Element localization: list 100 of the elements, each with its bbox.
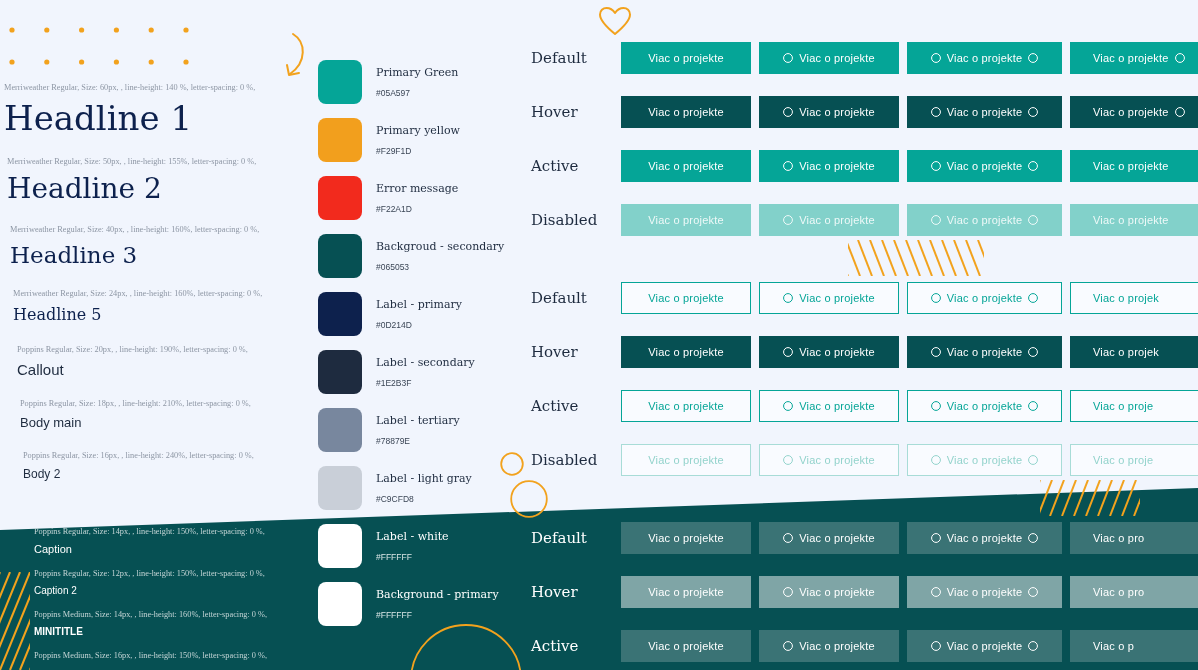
- project-button[interactable]: Viac o projekte: [621, 150, 751, 182]
- state-label: Active: [530, 636, 579, 656]
- project-button[interactable]: Viac o projekte: [759, 576, 899, 608]
- project-button[interactable]: Viac o projekte: [907, 522, 1062, 554]
- circle-icon: [930, 215, 941, 225]
- hex-code-text: #C9CFD8: [376, 493, 415, 505]
- color-name-text: Error message: [376, 181, 459, 196]
- project-button[interactable]: Viac o projekte: [759, 150, 899, 182]
- font-spec-text: Merriweather Regular, Size: 24px, , line-height: 160%, letter-spacing: 0 %,: [13, 288, 264, 300]
- project-button[interactable]: Viac o pro: [1070, 522, 1198, 554]
- project-button[interactable]: Viac o projekte: [907, 282, 1062, 314]
- project-button[interactable]: Viac o projekte: [621, 630, 751, 662]
- project-button[interactable]: Viac o projekte: [1070, 150, 1198, 182]
- project-button[interactable]: Viac o projekte: [907, 150, 1062, 182]
- style-sample-text: Callout: [17, 360, 65, 380]
- ring-icon: [500, 452, 524, 476]
- style-sample-text: MINITITLE: [34, 625, 84, 638]
- color-name-text: Label - secondary: [376, 355, 475, 370]
- project-button[interactable]: Viac o projekte: [1070, 96, 1198, 128]
- font-spec-text: Poppins Regular, Size: 18px, , line-height: 210%, letter-spacing: 0 %,: [20, 398, 252, 410]
- project-button[interactable]: Viac o projekte: [1070, 42, 1198, 74]
- circle-icon: [783, 347, 794, 357]
- project-button[interactable]: Viac o projekte: [907, 42, 1062, 74]
- circle-icon: [1028, 215, 1039, 225]
- project-button[interactable]: Viac o projekte: [759, 282, 899, 314]
- heart-icon: [598, 6, 632, 36]
- circle-icon: [930, 347, 941, 357]
- project-button[interactable]: Viac o projekte: [907, 630, 1062, 662]
- headline-text: Headline 5: [13, 304, 103, 326]
- project-button[interactable]: Viac o pro: [1070, 576, 1198, 608]
- project-button[interactable]: Viac o projekte: [621, 282, 751, 314]
- circle-icon: [783, 215, 794, 225]
- color-name-text: Primary yellow: [376, 123, 460, 138]
- state-label: Disabled: [530, 210, 598, 230]
- ring-icon: [410, 622, 522, 670]
- project-button[interactable]: Viac o projekte: [621, 522, 751, 554]
- hex-code-text: #F22A1D: [376, 203, 413, 215]
- project-button[interactable]: Viac o projekte: [621, 390, 751, 422]
- style-sample-text: Body 2: [23, 466, 62, 482]
- ring-icon: [510, 480, 548, 518]
- color-name-text: Label - tertiary: [376, 413, 460, 428]
- style-sample-text: Caption: [34, 542, 73, 556]
- state-label: Active: [530, 156, 579, 176]
- project-button[interactable]: Viac o projekte: [621, 96, 751, 128]
- circle-icon: [783, 401, 794, 411]
- state-label: Disabled: [530, 450, 598, 470]
- project-button[interactable]: Viac o projekte: [621, 576, 751, 608]
- circle-icon: [783, 107, 794, 117]
- project-button[interactable]: Viac o projek: [1070, 336, 1198, 368]
- circle-icon: [930, 53, 941, 63]
- project-button[interactable]: Viac o projekte: [621, 42, 751, 74]
- headline-text: Headline 3: [10, 241, 139, 270]
- circle-icon: [783, 641, 794, 651]
- project-button[interactable]: Viac o projekte: [907, 390, 1062, 422]
- circle-icon: [783, 293, 794, 303]
- circle-icon: [1174, 107, 1185, 117]
- circle-icon: [783, 161, 794, 171]
- font-spec-text: Poppins Regular, Size: 12px, , line-height: 150%, letter-spacing: 0 %,: [34, 568, 266, 580]
- font-spec-text: Poppins Regular, Size: 14px, , line-height: 150%, letter-spacing: 0 %,: [34, 526, 266, 538]
- project-button[interactable]: Viac o projekte: [907, 336, 1062, 368]
- font-spec-text: Poppins Regular, Size: 16px, , line-height: 240%, letter-spacing: 0 %,: [23, 450, 255, 462]
- circle-icon: [1028, 641, 1039, 651]
- circle-icon: [1028, 53, 1039, 63]
- hex-code-text: #FFFFFF: [376, 609, 413, 621]
- state-label: Hover: [530, 582, 578, 602]
- project-button[interactable]: Viac o projekte: [759, 630, 899, 662]
- style-sample-text: Body main: [20, 414, 83, 432]
- state-label: Default: [530, 288, 587, 308]
- circle-icon: [1174, 53, 1185, 63]
- project-button[interactable]: Viac o projekte: [907, 96, 1062, 128]
- color-name-text: Label - white: [376, 529, 449, 544]
- project-button[interactable]: Viac o projekte: [759, 522, 899, 554]
- project-button[interactable]: Viac o projekte: [759, 42, 899, 74]
- state-label: Active: [530, 396, 579, 416]
- project-button[interactable]: Viac o proje: [1070, 390, 1198, 422]
- font-spec-text: Poppins Regular, Size: 20px, , line-height: 190%, letter-spacing: 0 %,: [17, 344, 249, 356]
- font-spec-text: Poppins Medium, Size: 14px, , line-height: 160%, letter-spacing: 0 %,: [34, 609, 269, 621]
- circle-icon: [1028, 401, 1039, 411]
- circle-icon: [1028, 587, 1039, 597]
- project-button[interactable]: Viac o projekte: [621, 336, 751, 368]
- color-name-text: Background - primary: [376, 587, 499, 602]
- circle-icon: [930, 455, 941, 465]
- project-button[interactable]: Viac o projekte: [759, 336, 899, 368]
- circle-icon: [1028, 455, 1039, 465]
- project-button[interactable]: Viac o projekte: [759, 390, 899, 422]
- circle-icon: [930, 161, 941, 171]
- project-button[interactable]: Viac o p: [1070, 630, 1198, 662]
- font-spec-text: Merriweather Regular, Size: 40px, , line-height: 160%, letter-spacing: 0 %,: [10, 224, 261, 236]
- hex-code-text: #78879E: [376, 435, 412, 447]
- hex-code-text: #0D214D: [376, 319, 413, 331]
- color-name-text: Label - primary: [376, 297, 462, 312]
- circle-icon: [1028, 293, 1039, 303]
- style-sample-text: Caption 2: [34, 584, 78, 597]
- circle-icon: [930, 641, 941, 651]
- project-button[interactable]: Viac o projek: [1070, 282, 1198, 314]
- hex-code-text: #05A597: [376, 87, 412, 99]
- project-button[interactable]: Viac o projekte: [759, 96, 899, 128]
- project-button[interactable]: Viac o projekte: [907, 576, 1062, 608]
- circle-icon: [783, 587, 794, 597]
- circle-icon: [930, 587, 941, 597]
